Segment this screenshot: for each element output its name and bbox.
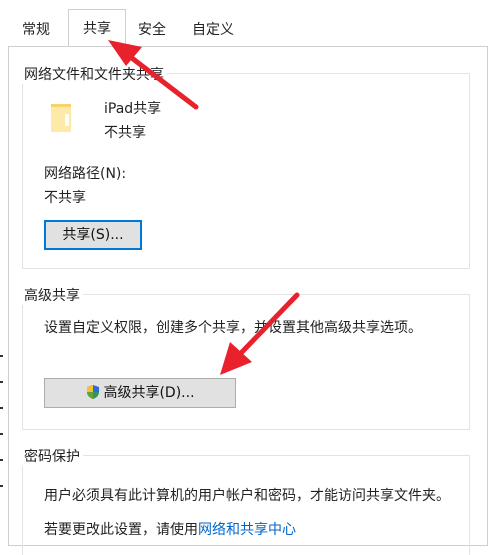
tab-security[interactable]: 安全 — [130, 14, 174, 46]
password-protection-group: 密码保护 — [21, 446, 470, 555]
shared-item-name: iPad共享 — [104, 101, 162, 117]
password-protection-title: 密码保护 — [21, 446, 83, 466]
background-window-edge — [0, 355, 3, 487]
tab-bar: 常规 共享 安全 自定义 — [0, 0, 500, 47]
shared-item-status: 不共享 — [104, 125, 146, 141]
advanced-sharing-description: 设置自定义权限，创建多个共享，并设置其他高级共享选项。 — [44, 320, 422, 336]
uac-shield-icon — [87, 385, 100, 399]
tab-general[interactable]: 常规 — [14, 14, 58, 46]
change-setting-prefix: 若要更改此设置，请使用 — [44, 522, 198, 538]
advanced-sharing-button-label: 高级共享(D)... — [103, 385, 195, 401]
network-path-value: 不共享 — [44, 190, 86, 206]
tab-sharing[interactable]: 共享 — [68, 9, 126, 47]
password-protection-description: 用户必须具有此计算机的用户帐户和密码，才能访问共享文件夹。 — [44, 488, 450, 504]
tab-customize[interactable]: 自定义 — [186, 14, 240, 46]
advanced-sharing-title: 高级共享 — [21, 285, 83, 305]
folder-icon — [51, 104, 71, 132]
advanced-sharing-group: 高级共享 — [21, 285, 470, 430]
change-setting-text: 若要更改此设置，请使用网络和共享中心 — [44, 519, 296, 539]
network-sharing-center-link[interactable]: 网络和共享中心 — [198, 522, 296, 538]
network-sharing-title: 网络文件和文件夹共享 — [21, 64, 167, 84]
share-button[interactable]: 共享(S)... — [44, 220, 142, 250]
advanced-sharing-button[interactable]: 高级共享(D)... — [44, 378, 236, 408]
network-path-label: 网络路径(N): — [44, 166, 127, 182]
